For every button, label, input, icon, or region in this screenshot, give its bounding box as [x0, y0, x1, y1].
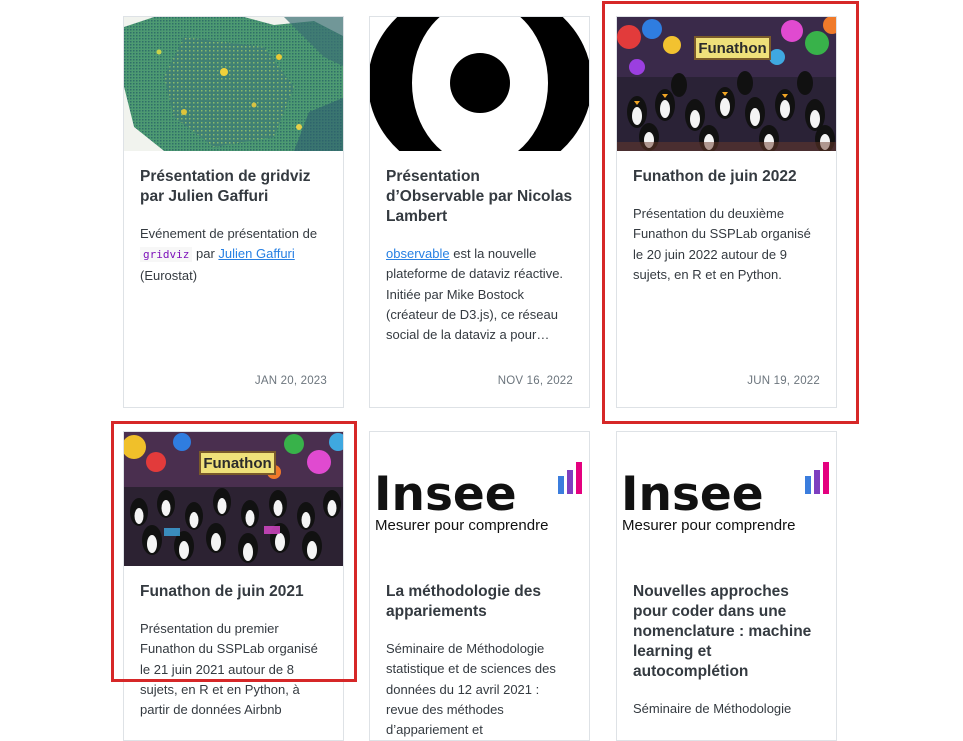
france-grid-map-image	[124, 17, 343, 151]
description-text: Evénement de présentation de	[140, 226, 318, 241]
card-description: Séminaire de Méthodologie	[633, 701, 792, 716]
card-title[interactable]: Présentation de gridviz par Julien Gaffu…	[140, 167, 329, 207]
insee-logo-image: Insee Mesurer pour comprendre	[370, 432, 589, 566]
listing-card-nomenclature[interactable]: Insee Mesurer pour comprendre Nouvelles …	[616, 431, 837, 741]
card-thumbnail[interactable]: Insee Mesurer pour comprendre	[370, 432, 589, 566]
card-thumbnail[interactable]	[370, 17, 589, 151]
description-text: (Eurostat)	[140, 267, 198, 283]
card-title[interactable]: Funathon de juin 2022	[633, 167, 822, 187]
listing-card-gridviz[interactable]: Présentation de gridviz par Julien Gaffu…	[123, 16, 344, 408]
funathon-banner-text: Funathon	[203, 455, 271, 472]
card-description: Présentation du premier Funathon du SSPL…	[140, 621, 318, 718]
insee-wordmark: Insee	[621, 467, 764, 522]
listing-card-observable[interactable]: Présentation d’Observable par Nicolas La…	[369, 16, 590, 408]
card-title[interactable]: Funathon de juin 2021	[140, 582, 329, 602]
observable-logo-image	[370, 17, 589, 151]
funathon-party-image: Funathon	[124, 432, 343, 566]
insee-tagline: Mesurer pour comprendre	[622, 517, 795, 534]
observable-link[interactable]: observable	[386, 246, 450, 261]
card-date: JAN 20, 2023	[254, 375, 327, 387]
card-description: Séminaire de Méthodologie statistique et…	[386, 641, 556, 738]
card-thumbnail[interactable]: Funathon	[124, 432, 343, 566]
insee-tagline: Mesurer pour comprendre	[375, 517, 548, 534]
funathon-party-image: Funathon	[617, 17, 836, 151]
insee-logo-image: Insee Mesurer pour comprendre	[617, 432, 836, 566]
card-description: Evénement de présentation de gridviz par…	[140, 224, 329, 286]
funathon-banner-text: Funathon	[698, 40, 766, 57]
card-title[interactable]: Nouvelles approches pour coder dans une …	[633, 582, 822, 682]
listing-card-appariements[interactable]: Insee Mesurer pour comprendre La méthodo…	[369, 431, 590, 741]
card-date: NOV 16, 2022	[497, 375, 573, 387]
listing-card-funathon-2021[interactable]: Funathon Funathon de juin 2021 Présentat…	[123, 431, 344, 741]
author-link[interactable]: Julien Gaffuri	[218, 246, 294, 261]
card-thumbnail[interactable]: Insee Mesurer pour comprendre	[617, 432, 836, 566]
card-title[interactable]: La méthodologie des appariements	[386, 582, 575, 622]
card-thumbnail[interactable]	[124, 17, 343, 151]
inline-code: gridviz	[140, 247, 193, 263]
card-description: observable est la nouvelle plateforme de…	[386, 244, 575, 345]
card-description: Présentation du deuxième Funathon du SSP…	[633, 206, 811, 282]
card-title[interactable]: Présentation d’Observable par Nicolas La…	[386, 167, 575, 227]
description-text: par	[195, 246, 215, 262]
listing-card-funathon-2022[interactable]: Funathon Funathon de juin 2022 Présentat…	[616, 16, 837, 408]
insee-wordmark: Insee	[374, 467, 517, 522]
card-thumbnail[interactable]: Funathon	[617, 17, 836, 151]
card-date: JUN 19, 2022	[747, 375, 820, 387]
